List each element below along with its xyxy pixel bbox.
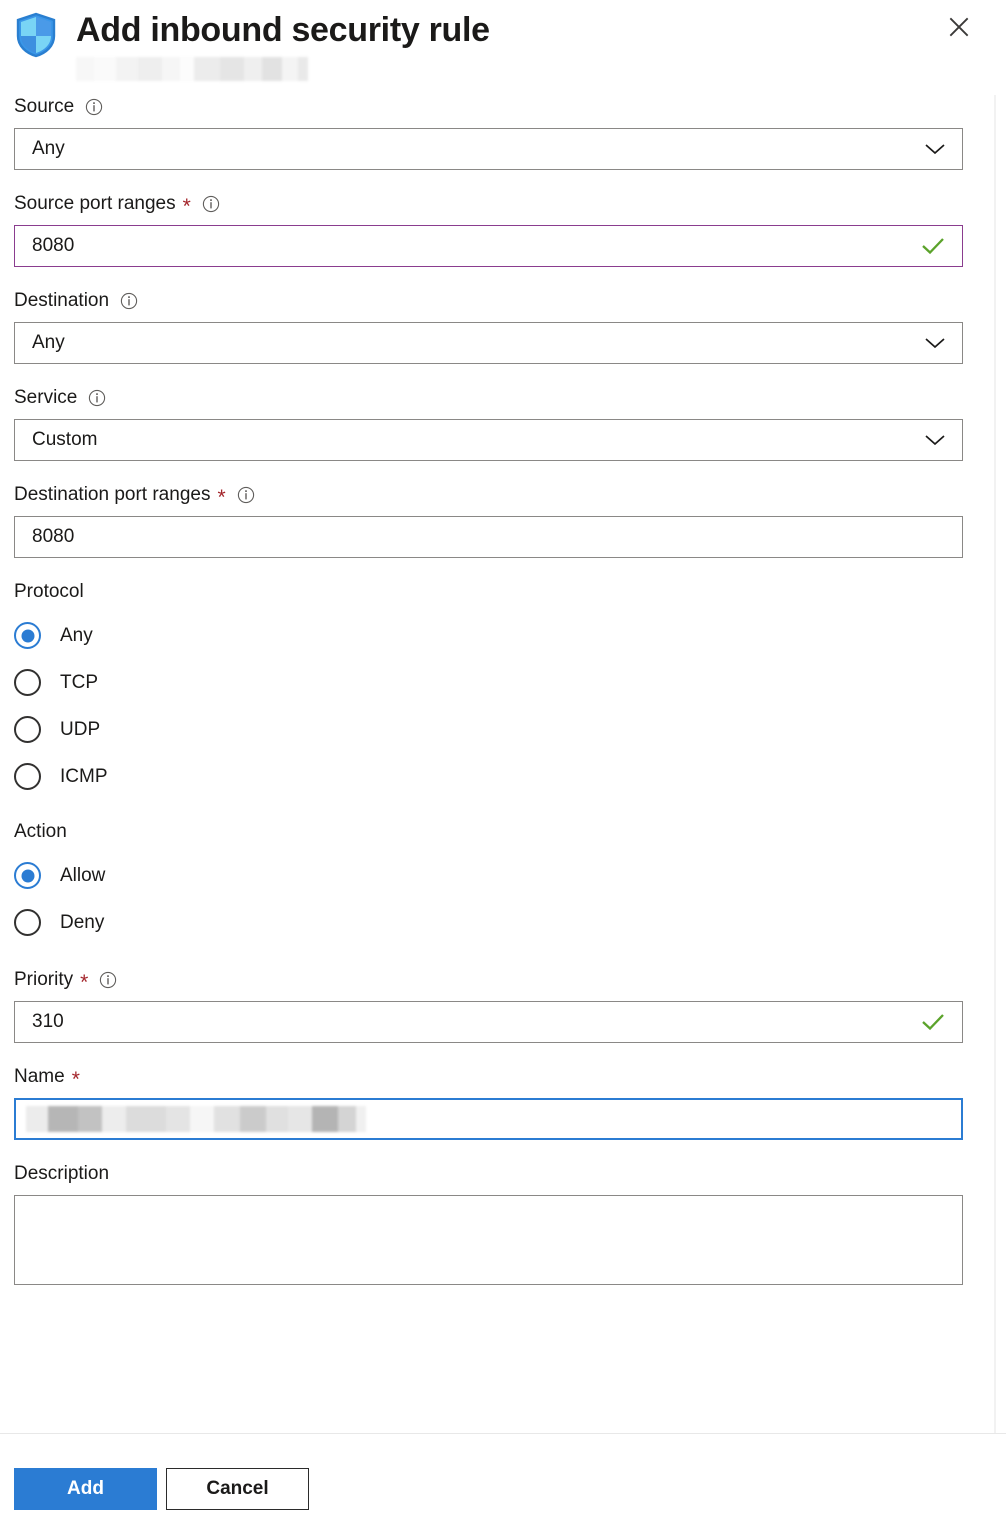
label-name: Name * xyxy=(14,1065,975,1091)
label-description: Description xyxy=(14,1162,975,1186)
radio-action-allow[interactable]: Allow xyxy=(14,852,975,899)
radio-label: Deny xyxy=(60,911,105,933)
source-dropdown[interactable]: Any xyxy=(14,128,963,170)
valid-check-icon xyxy=(921,236,945,256)
radio-mark-icon xyxy=(14,669,41,696)
label-text: Source xyxy=(14,96,75,117)
field-description: Description xyxy=(14,1162,975,1285)
info-icon[interactable] xyxy=(237,486,255,504)
required-indicator: * xyxy=(217,486,226,509)
cancel-button[interactable]: Cancel xyxy=(166,1468,309,1510)
add-button[interactable]: Add xyxy=(14,1468,157,1510)
label-source: Source xyxy=(14,95,975,119)
field-destination: Destination Any xyxy=(14,289,975,364)
source-port-ranges-value: 8080 xyxy=(32,235,75,256)
label-text: Service xyxy=(14,387,78,408)
source-port-ranges-input[interactable]: 8080 xyxy=(14,225,963,267)
required-indicator: * xyxy=(80,971,89,994)
label-destination: Destination xyxy=(14,289,975,313)
info-icon[interactable] xyxy=(202,195,220,213)
required-indicator: * xyxy=(182,195,191,218)
info-icon[interactable] xyxy=(85,98,103,116)
destination-port-ranges-input[interactable]: 8080 xyxy=(14,516,963,558)
label-text: Description xyxy=(14,1163,110,1184)
radio-protocol-icmp[interactable]: ICMP xyxy=(14,753,975,800)
label-text: Source port ranges xyxy=(14,193,176,214)
label-text: Destination port ranges xyxy=(14,484,211,505)
panel-subtitle-redacted xyxy=(76,57,308,81)
priority-input[interactable]: 310 xyxy=(14,1001,963,1043)
service-dropdown[interactable]: Custom xyxy=(14,419,963,461)
header-row: Add inbound security rule xyxy=(0,10,1006,81)
destination-value: Any xyxy=(32,332,65,353)
panel-footer: Add Cancel xyxy=(0,1433,1006,1534)
info-icon[interactable] xyxy=(120,292,138,310)
close-button[interactable] xyxy=(940,8,978,46)
label-action: Action xyxy=(14,821,67,842)
radio-label: Any xyxy=(60,624,93,646)
info-icon[interactable] xyxy=(88,389,106,407)
form-body: Source Any Source port ranges * 8080 Des… xyxy=(0,95,975,1285)
source-value: Any xyxy=(32,138,65,159)
radio-mark-icon xyxy=(14,763,41,790)
field-destination-port-ranges: Destination port ranges * 8080 xyxy=(14,483,975,558)
protocol-radio-group: Protocol Any TCP UDP ICMP xyxy=(14,580,975,800)
label-service: Service xyxy=(14,386,975,410)
label-destination-port-ranges: Destination port ranges * xyxy=(14,483,975,509)
description-textarea[interactable] xyxy=(14,1195,963,1285)
label-source-port-ranges: Source port ranges * xyxy=(14,192,975,218)
label-priority: Priority * xyxy=(14,968,975,994)
radio-mark-icon xyxy=(14,716,41,743)
close-icon xyxy=(946,14,972,40)
chevron-down-icon xyxy=(924,142,946,156)
chevron-down-icon xyxy=(924,433,946,447)
info-icon[interactable] xyxy=(99,971,117,989)
label-protocol: Protocol xyxy=(14,581,84,602)
page-title: Add inbound security rule xyxy=(76,11,490,49)
action-radio-group: Action Allow Deny xyxy=(14,820,975,946)
radio-label: Allow xyxy=(60,864,106,886)
valid-check-icon xyxy=(921,1012,945,1032)
radio-mark-icon xyxy=(14,862,41,889)
field-priority: Priority * 310 xyxy=(14,968,975,1043)
field-source: Source Any xyxy=(14,95,975,170)
label-text: Name xyxy=(14,1066,65,1087)
field-source-port-ranges: Source port ranges * 8080 xyxy=(14,192,975,267)
radio-action-deny[interactable]: Deny xyxy=(14,899,975,946)
chevron-down-icon xyxy=(924,336,946,350)
destination-dropdown[interactable]: Any xyxy=(14,322,963,364)
footer-button-row: Add Cancel xyxy=(14,1468,1006,1510)
radio-protocol-any[interactable]: Any xyxy=(14,612,975,659)
field-service: Service Custom xyxy=(14,386,975,461)
name-value-redacted xyxy=(26,1106,366,1132)
header-text-block: Add inbound security rule xyxy=(76,8,490,81)
radio-protocol-tcp[interactable]: TCP xyxy=(14,659,975,706)
radio-label: TCP xyxy=(60,671,98,693)
destination-port-ranges-value: 8080 xyxy=(32,526,75,547)
radio-protocol-udp[interactable]: UDP xyxy=(14,706,975,753)
label-text: Destination xyxy=(14,290,110,311)
radio-mark-icon xyxy=(14,909,41,936)
radio-mark-icon xyxy=(14,622,41,649)
priority-value: 310 xyxy=(32,1011,64,1032)
label-text: Priority xyxy=(14,969,74,990)
service-value: Custom xyxy=(32,429,98,450)
required-indicator: * xyxy=(71,1068,80,1091)
form-scroll-area: Source Any Source port ranges * 8080 Des… xyxy=(0,95,1006,1433)
vertical-scrollbar[interactable] xyxy=(994,95,996,1433)
name-input[interactable] xyxy=(14,1098,963,1140)
radio-label: ICMP xyxy=(60,765,108,787)
shield-icon xyxy=(14,12,58,58)
field-name: Name * xyxy=(14,1065,975,1140)
radio-label: UDP xyxy=(60,718,101,740)
panel-header: Add inbound security rule xyxy=(0,0,1006,95)
